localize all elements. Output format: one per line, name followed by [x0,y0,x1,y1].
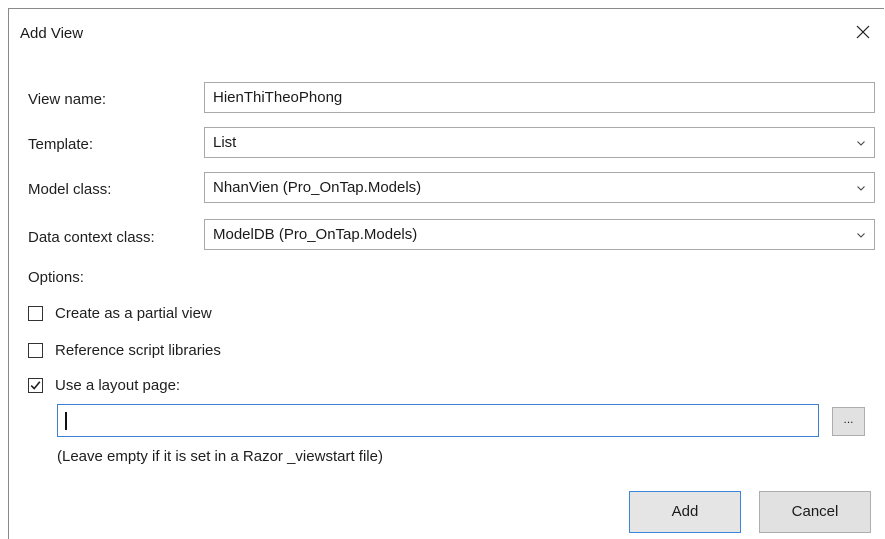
title-bar: Add View [9,9,884,55]
template-value: List [213,134,237,151]
template-select[interactable]: List [204,127,875,158]
add-button[interactable]: Add [629,491,741,533]
view-name-label: View name: [28,91,107,108]
layout-hint: (Leave empty if it is set in a Razor _vi… [57,448,383,465]
layout-page-input[interactable] [57,404,819,437]
options-heading: Options: [28,269,84,286]
partial-view-label: Create as a partial view [55,305,212,322]
chevron-down-icon [856,230,866,240]
use-layout-checkbox[interactable] [28,378,43,393]
model-class-value: NhanVien (Pro_OnTap.Models) [213,179,422,196]
reference-scripts-label: Reference script libraries [55,342,221,359]
chevron-down-icon [856,138,866,148]
text-cursor [65,412,67,430]
browse-button[interactable]: ... [832,407,865,436]
partial-view-checkbox[interactable] [28,306,43,321]
dialog-title: Add View [20,25,84,42]
checkmark-icon [30,381,41,390]
view-name-value: HienThiTheoPhong [213,89,343,106]
reference-scripts-checkbox[interactable] [28,343,43,358]
data-context-select[interactable]: ModelDB (Pro_OnTap.Models) [204,219,875,250]
close-icon[interactable] [852,21,874,43]
template-label: Template: [28,136,94,153]
view-name-input[interactable]: HienThiTheoPhong [204,82,875,113]
use-layout-label: Use a layout page: [55,377,181,394]
cancel-button[interactable]: Cancel [759,491,871,533]
model-class-select[interactable]: NhanVien (Pro_OnTap.Models) [204,172,875,203]
chevron-down-icon [856,183,866,193]
model-class-label: Model class: [28,181,112,198]
data-context-label: Data context class: [28,229,155,246]
add-view-dialog: Add View View name: HienThiTheoPhong Tem… [8,8,884,539]
data-context-value: ModelDB (Pro_OnTap.Models) [213,226,418,243]
